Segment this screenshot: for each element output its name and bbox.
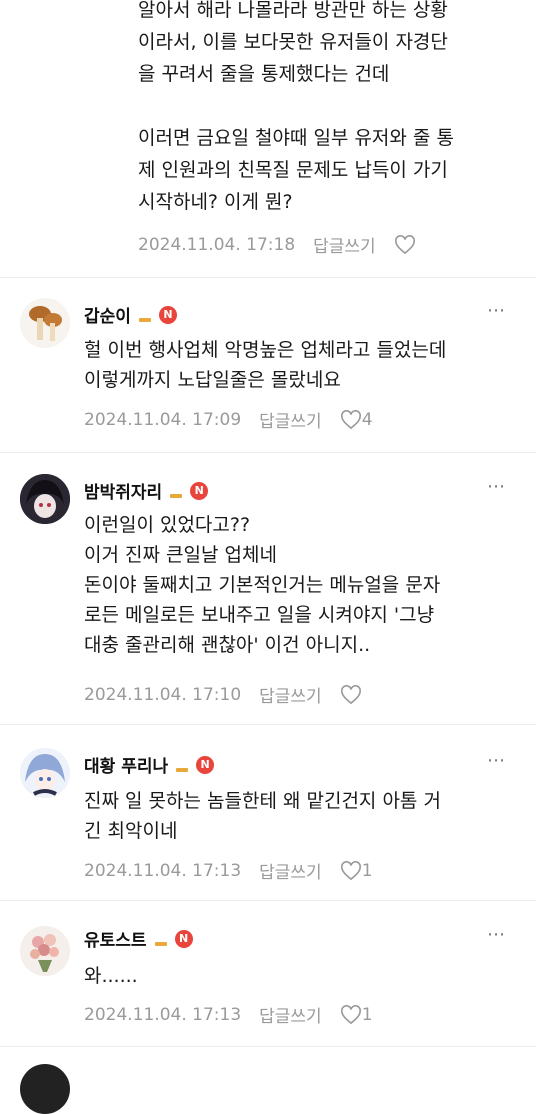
comment-meta: 2024.11.04. 17:13 답글쓰기 1 xyxy=(84,1002,373,1028)
more-options-icon[interactable]: ⋯ xyxy=(487,924,506,945)
anime-character-icon xyxy=(20,748,70,798)
comment-text: 진짜 일 못하는 놈들한테 왜 맡긴건지 아톰 거 긴 최악이네 xyxy=(84,790,441,842)
heart-icon xyxy=(340,860,361,880)
reply-item: 알아서 해라 나몰라라 방관만 하는 상황 이라서, 이를 보다못한 유저들이 … xyxy=(0,0,536,276)
nickname[interactable]: 유토스트 xyxy=(84,926,147,951)
like-button[interactable]: 1 xyxy=(340,1005,373,1025)
divider xyxy=(0,900,536,901)
nickname-row[interactable]: 유토스트 N xyxy=(84,926,193,951)
comment-item: 유토스트 N ⋯ 와...... 2024.11.04. 17:13 답글쓰기 … xyxy=(0,914,536,1044)
more-options-icon[interactable]: ⋯ xyxy=(487,750,506,771)
comment-item: 대황 푸리나 N ⋯ 진짜 일 못하는 놈들한테 왜 맡긴건지 아톰 거 긴 최… xyxy=(0,740,536,898)
heart-icon xyxy=(394,234,415,254)
level-icon xyxy=(154,941,167,946)
flower-icon xyxy=(20,926,70,976)
level-icon xyxy=(176,767,189,772)
comment-meta: 2024.11.04. 17:13 답글쓰기 1 xyxy=(84,858,373,884)
heart-icon xyxy=(340,409,361,429)
comment-text: 와...... xyxy=(84,965,138,987)
level-icon xyxy=(170,493,183,498)
anime-character-icon xyxy=(20,474,70,524)
comment-item: 밤박쥐자리 N ⋯ 이런일이 있었다고?? 이거 진짜 큰일날 업체네 돈이야 … xyxy=(0,466,536,722)
like-count: 1 xyxy=(361,1004,373,1025)
like-button[interactable]: 4 xyxy=(340,410,373,430)
avatar[interactable] xyxy=(20,298,70,348)
reply-button[interactable]: 답글쓰기 xyxy=(259,1002,322,1027)
nickname-row[interactable]: 밤박쥐자리 N xyxy=(84,478,209,503)
like-button[interactable] xyxy=(340,684,362,705)
n-badge-icon: N xyxy=(174,929,193,948)
like-button[interactable] xyxy=(394,234,416,255)
nickname[interactable]: 대황 푸리나 xyxy=(84,752,168,777)
comment-date: 2024.11.04. 17:13 xyxy=(84,1004,242,1025)
divider xyxy=(0,277,536,278)
avatar[interactable] xyxy=(20,474,70,524)
reply-button[interactable]: 답글쓰기 xyxy=(259,407,322,432)
nickname-row[interactable]: 갑순이 N xyxy=(84,302,177,327)
heart-icon xyxy=(340,684,361,704)
like-count: 4 xyxy=(361,409,373,430)
reply-meta: 2024.11.04. 17:18 답글쓰기 xyxy=(138,232,416,257)
comment-date: 2024.11.04. 17:13 xyxy=(84,860,242,881)
comment-item: 갑순이 N ⋯ 헐 이번 행사업체 악명높은 업체라고 들었는데 이렇게까지 노… xyxy=(0,290,536,450)
divider xyxy=(0,1046,536,1047)
heart-icon xyxy=(340,1004,361,1024)
mushroom-icon xyxy=(20,298,70,348)
comment-text: 헐 이번 행사업체 악명높은 업체라고 들었는데 이렇게까지 노답일줄은 몰랐네… xyxy=(84,339,447,391)
nickname[interactable]: 밤박쥐자리 xyxy=(84,478,162,503)
comment-date: 2024.11.04. 17:18 xyxy=(138,234,296,255)
comment-date: 2024.11.04. 17:09 xyxy=(84,409,242,430)
comment-meta: 2024.11.04. 17:09 답글쓰기 4 xyxy=(84,407,373,433)
more-options-icon[interactable]: ⋯ xyxy=(487,300,506,321)
n-badge-icon: N xyxy=(196,755,215,774)
avatar[interactable] xyxy=(20,926,70,976)
divider xyxy=(0,452,536,453)
nickname-row[interactable]: 대황 푸리나 N xyxy=(84,752,215,777)
reply-button[interactable]: 답글쓰기 xyxy=(259,858,322,883)
like-button[interactable]: 1 xyxy=(340,861,373,881)
like-count: 1 xyxy=(361,860,373,881)
avatar[interactable] xyxy=(20,748,70,798)
reply-text: 알아서 해라 나몰라라 방관만 하는 상황 이라서, 이를 보다못한 유저들이 … xyxy=(138,0,454,213)
divider xyxy=(0,724,536,725)
comment-meta: 2024.11.04. 17:10 답글쓰기 xyxy=(84,682,362,707)
level-icon xyxy=(138,317,151,322)
reply-button[interactable]: 답글쓰기 xyxy=(313,232,376,257)
comment-text: 이런일이 있었다고?? 이거 진짜 큰일날 업체네 돈이야 둘째치고 기본적인거… xyxy=(84,514,441,656)
n-badge-icon: N xyxy=(190,481,209,500)
comment-date: 2024.11.04. 17:10 xyxy=(84,684,242,705)
nickname[interactable]: 갑순이 xyxy=(84,302,131,327)
reply-button[interactable]: 답글쓰기 xyxy=(259,682,322,707)
more-options-icon[interactable]: ⋯ xyxy=(487,476,506,497)
n-badge-icon: N xyxy=(158,305,177,324)
